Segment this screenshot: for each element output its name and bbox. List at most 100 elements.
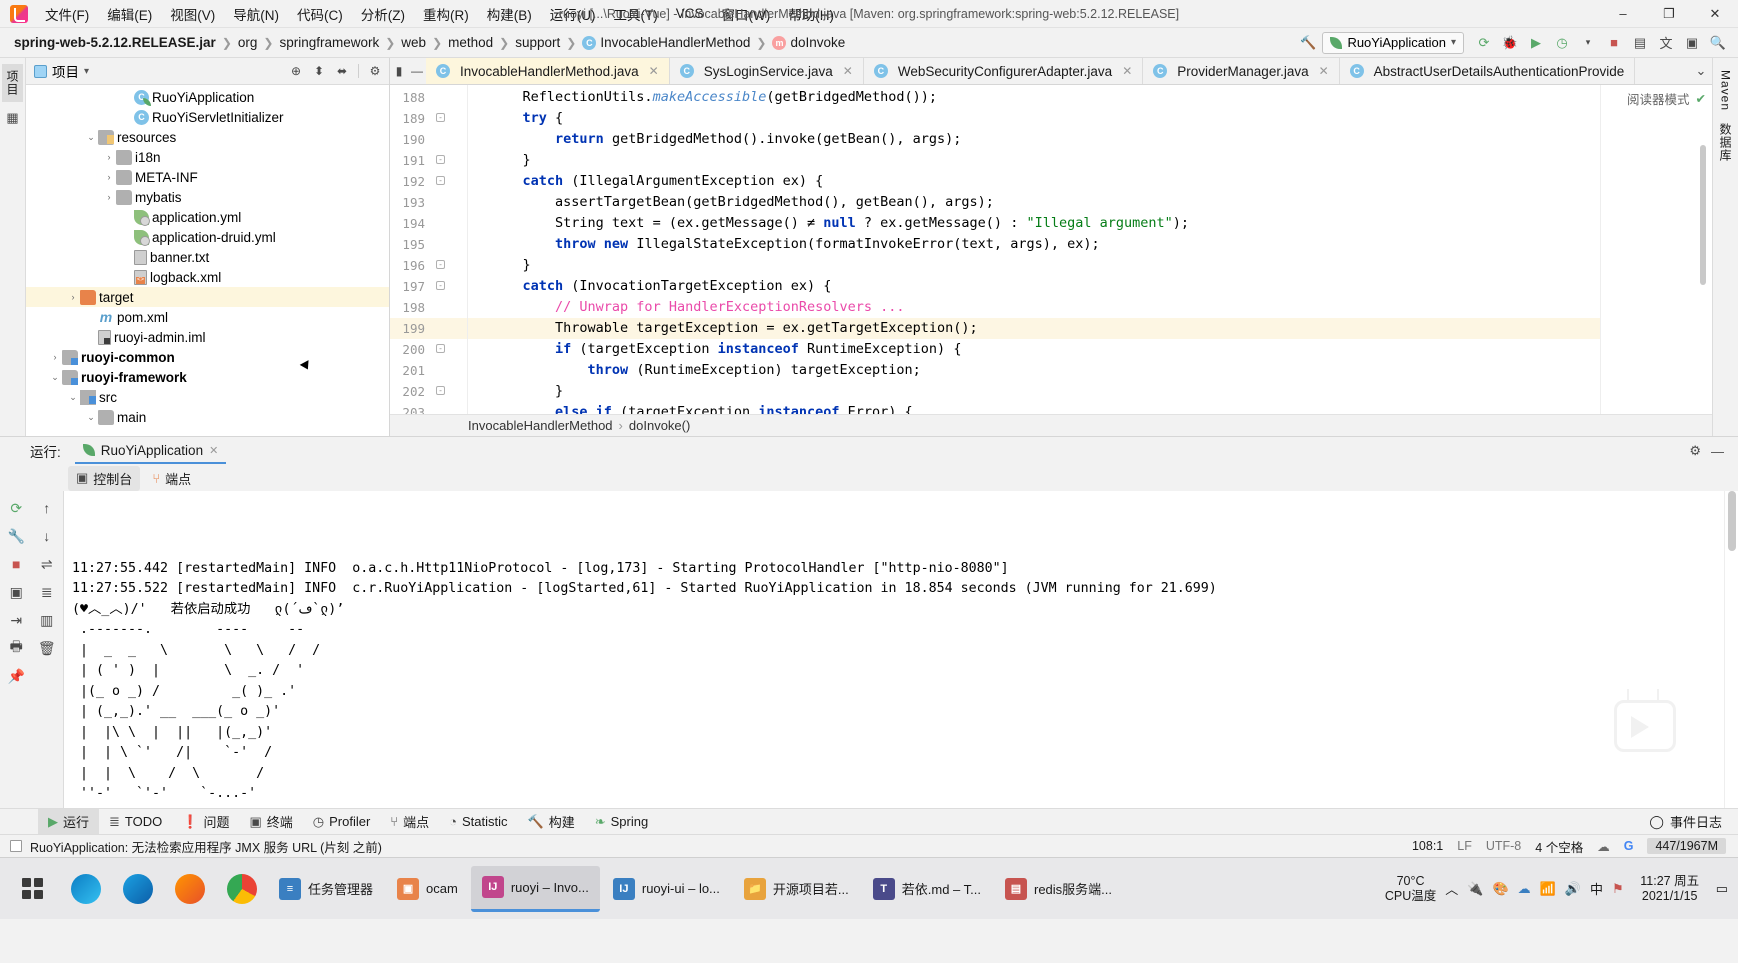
line-number[interactable]: 195 xyxy=(390,234,467,255)
edge-icon[interactable] xyxy=(60,858,112,920)
menu-code[interactable]: 代码(C) xyxy=(288,1,352,27)
code-line[interactable]: } xyxy=(468,381,1712,402)
menu-navigate[interactable]: 导航(N) xyxy=(224,1,288,27)
scroll-down-icon[interactable]: ↓ xyxy=(33,523,62,549)
menu-bar[interactable]: 文件(F) 编辑(E) 视图(V) 导航(N) 代码(C) 分析(Z) 重构(R… xyxy=(36,1,843,27)
usb-icon[interactable]: 🔌 xyxy=(1467,881,1483,897)
breadcrumb-web[interactable]: web xyxy=(401,35,426,50)
grid-icon[interactable]: ▥ xyxy=(33,607,62,633)
collapse-all-icon[interactable]: ⬌ xyxy=(332,61,352,81)
ie-icon[interactable] xyxy=(112,858,164,920)
code-line[interactable]: ReflectionUtils.makeAccessible(getBridge… xyxy=(468,87,1712,108)
menu-help[interactable]: 帮助(H) xyxy=(779,1,843,27)
tab-overflow-icon[interactable]: ⌄ xyxy=(1690,58,1712,84)
menu-refactor[interactable]: 重构(R) xyxy=(414,1,478,27)
volume-icon[interactable]: 🔊 xyxy=(1565,881,1581,897)
bottom-tool-bar[interactable]: ▶ 运行 ≣ TODO ❗ 问题 ▣ 终端 ◷ Profiler ⑂ 端点 ◔ Statistic 🔨 构建 ❧… xyxy=(0,808,1738,834)
code-line[interactable]: throw (RuntimeException) targetException… xyxy=(468,360,1712,381)
settings-gear-icon[interactable]: ⚙ xyxy=(365,61,385,81)
code-line[interactable]: throw new IllegalStateException(formatIn… xyxy=(468,234,1712,255)
chevron-right-icon[interactable]: › xyxy=(102,192,116,202)
print-icon[interactable]: 🖶 xyxy=(2,635,31,661)
taskbar-app-4[interactable]: 📁 开源项目若... xyxy=(733,866,860,912)
code-line[interactable]: } xyxy=(468,255,1712,276)
taskbar-app-1[interactable]: ▣ ocam xyxy=(386,866,469,912)
bottom-tab--[interactable]: ❗ 问题 xyxy=(172,809,239,834)
fold-toggle-icon[interactable]: - xyxy=(436,176,445,185)
layout-icon[interactable]: ▤ xyxy=(1628,31,1652,55)
bottom-tab-todo[interactable]: ≣ TODO xyxy=(99,811,172,833)
fold-toggle-icon[interactable]: - xyxy=(436,344,445,353)
breadcrumb-class[interactable]: C InvocableHandlerMethod xyxy=(582,35,750,50)
code-line[interactable]: try { xyxy=(468,108,1712,129)
breadcrumb-springframework[interactable]: springframework xyxy=(279,35,379,50)
branch-icon[interactable]: ☁ xyxy=(1597,839,1610,854)
bottom-tab--[interactable]: 🔨 构建 xyxy=(518,809,585,834)
expand-all-icon[interactable]: ⬍ xyxy=(309,61,329,81)
line-number[interactable]: 188 xyxy=(390,87,467,108)
bottom-tab-profiler[interactable]: ◷ Profiler xyxy=(303,811,381,833)
memory-indicator[interactable]: 447/1967M xyxy=(1647,838,1726,854)
chevron-down-icon[interactable]: ⌄ xyxy=(84,412,98,423)
build-hammer-icon[interactable]: 🔨 xyxy=(1296,31,1320,55)
line-number[interactable]: 201 xyxy=(390,360,467,381)
project-panel-title[interactable]: 项目 ▾ xyxy=(30,61,89,81)
tree-item-main[interactable]: ⌄ main xyxy=(26,407,389,427)
menu-file[interactable]: 文件(F) xyxy=(36,1,98,27)
windows-start-icon[interactable] xyxy=(4,858,60,920)
editor-tab-providermanager[interactable]: C ProviderManager.java ✕ xyxy=(1143,58,1340,84)
code-viewport[interactable]: 188 - 189 190 - 191 - 192 193 194 195 - 196 - 197 198 19… xyxy=(390,85,1712,414)
taskbar-app-2[interactable]: IJ ruoyi – Invo... xyxy=(470,865,600,912)
rail-tab-maven[interactable]: Maven xyxy=(1717,64,1735,117)
fold-toggle-icon[interactable]: - xyxy=(436,281,445,290)
tree-item-pom-xml[interactable]: m pom.xml xyxy=(26,307,389,327)
bottom-tab-spring[interactable]: ❧ Spring xyxy=(585,811,658,833)
menu-window[interactable]: 窗口(W) xyxy=(713,1,780,27)
run-tab-ruoyiapplication[interactable]: RuoYiApplication ✕ xyxy=(74,439,227,464)
fold-toggle-icon[interactable]: - xyxy=(436,113,445,122)
line-number[interactable]: - 202 xyxy=(390,381,467,402)
line-number[interactable]: - 197 xyxy=(390,276,467,297)
minimize-icon[interactable]: — xyxy=(1711,444,1724,459)
code-line[interactable]: return getBridgedMethod().invoke(getBean… xyxy=(468,129,1712,150)
line-number[interactable]: - 196 xyxy=(390,255,467,276)
run-configuration-selector[interactable]: RuoYiApplication ▾ xyxy=(1322,31,1464,54)
fold-toggle-icon[interactable]: - xyxy=(436,260,445,269)
tree-item-ruoyi-framework[interactable]: ⌄ ruoyi-framework xyxy=(26,367,389,387)
tree-item-src[interactable]: ⌄ src xyxy=(26,387,389,407)
close-icon[interactable]: ✕ xyxy=(1122,64,1132,78)
tree-item-application-druid-yml[interactable]: application-druid.yml xyxy=(26,227,389,247)
profile-icon[interactable]: ◷ xyxy=(1550,31,1574,55)
cpu-temperature-widget[interactable]: 70°C CPU温度 xyxy=(1385,874,1436,903)
firefox-icon[interactable] xyxy=(164,858,216,920)
chevron-right-icon[interactable]: › xyxy=(102,172,116,182)
breadcrumb-class-name[interactable]: InvocableHandlerMethod xyxy=(468,418,613,433)
menu-build[interactable]: 构建(B) xyxy=(478,1,541,27)
line-number[interactable]: - 192 xyxy=(390,171,467,192)
flag-icon[interactable]: ⚑ xyxy=(1612,881,1624,897)
line-number[interactable]: - 191 xyxy=(390,150,467,171)
run-with-coverage-icon[interactable]: ▶ xyxy=(1524,31,1548,55)
taskbar-app-5[interactable]: T 若依.md – T... xyxy=(862,866,992,912)
tree-item-ruoyiservletinitializer[interactable]: C RuoYiServletInitializer xyxy=(26,107,389,127)
tree-item-ruoyiapplication[interactable]: C RuoYiApplication xyxy=(26,87,389,107)
close-icon[interactable]: ✕ xyxy=(649,64,659,78)
line-number-gutter[interactable]: 188 - 189 190 - 191 - 192 193 194 195 - 196 - 197 198 19… xyxy=(390,85,468,414)
rail-tab-project[interactable]: 项目 xyxy=(2,64,23,102)
stop-icon[interactable]: ■ xyxy=(2,551,31,577)
reader-mode-indicator[interactable]: 阅读器模式 ✔ xyxy=(1627,89,1706,108)
console-tab-console[interactable]: ▣ 控制台 xyxy=(68,465,141,491)
stop-icon[interactable]: ■ xyxy=(1602,31,1626,55)
caret-position[interactable]: 108:1 xyxy=(1412,839,1443,853)
menu-run[interactable]: 运行(U) xyxy=(541,1,605,27)
code-line[interactable]: Throwable targetException = ex.getTarget… xyxy=(468,318,1712,339)
close-button[interactable]: ✕ xyxy=(1692,0,1738,28)
line-number[interactable]: 190 xyxy=(390,129,467,150)
menu-analyze[interactable]: 分析(Z) xyxy=(352,1,414,27)
chevron-down-icon[interactable]: ⌄ xyxy=(66,392,80,403)
paint-icon[interactable]: 🎨 xyxy=(1492,881,1508,897)
ime-indicator[interactable]: 中 xyxy=(1590,879,1603,898)
maximize-button[interactable]: ❐ xyxy=(1646,0,1692,28)
tree-item-logback-xml[interactable]: logback.xml xyxy=(26,267,389,287)
breadcrumb-method[interactable]: method xyxy=(448,35,493,50)
